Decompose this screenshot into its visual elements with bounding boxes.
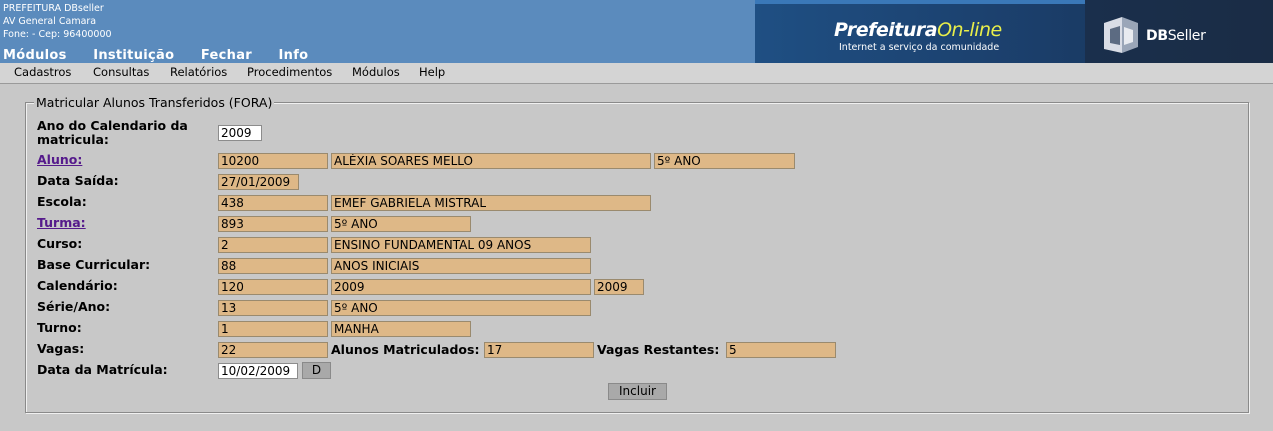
date-picker-button[interactable]: D	[302, 362, 331, 379]
form-fieldset	[25, 102, 1249, 413]
org-info: PREFEITURA DBseller AV General Camara Fo…	[3, 2, 112, 41]
calendario-name-field: 2009	[331, 279, 591, 295]
vagas-field: 22	[218, 342, 328, 358]
top-menu-info[interactable]: Info	[279, 48, 309, 63]
data-matricula-input[interactable]: 10/02/2009	[218, 363, 298, 379]
menu-cadastros[interactable]: Cadastros	[14, 65, 71, 79]
logo-tagline: Internet a serviço da comunidade	[839, 42, 1000, 53]
escola-label: Escola:	[37, 194, 87, 209]
calendario-label: Calendário:	[37, 278, 118, 293]
aluno-serie-field: 5º ANO	[654, 153, 795, 169]
org-address: AV General Camara	[3, 16, 97, 27]
curso-name-field: ENSINO FUNDAMENTAL 09 ANOS	[331, 237, 591, 253]
dbseller-mark-icon	[1104, 17, 1138, 53]
serie-code-field: 13	[218, 300, 328, 316]
curso-label: Curso:	[37, 236, 83, 251]
turma-name-field: 5º ANO	[331, 216, 471, 232]
org-phone: Fone: - Cep: 96400000	[3, 29, 112, 40]
menubar: Cadastros Consultas Relatórios Procedime…	[0, 63, 1273, 84]
top-menu-instituicao[interactable]: Instituição	[93, 48, 174, 63]
ano-calendario-input[interactable]: 2009	[218, 125, 262, 141]
data-saida-label: Data Saída:	[37, 173, 119, 188]
data-saida-field: 27/01/2009	[218, 174, 299, 190]
data-matricula-label: Data da Matrícula:	[37, 362, 168, 377]
turno-name-field: MANHA	[331, 321, 471, 337]
app-header: PREFEITURA DBseller AV General Camara Fo…	[0, 0, 1273, 63]
serie-ano-label: Série/Ano:	[37, 299, 111, 314]
alunos-matriculados-field: 17	[484, 342, 594, 358]
menu-consultas[interactable]: Consultas	[93, 65, 149, 79]
escola-name-field: EMEF GABRIELA MISTRAL	[331, 195, 651, 211]
turma-code-field: 893	[218, 216, 328, 232]
calendario-code-field: 120	[218, 279, 328, 295]
form-legend: Matricular Alunos Transferidos (FORA)	[34, 95, 275, 110]
serie-name-field: 5º ANO	[331, 300, 591, 316]
top-menu-fechar[interactable]: Fechar	[201, 48, 252, 63]
menu-modulos[interactable]: Módulos	[352, 65, 400, 79]
escola-code-field: 438	[218, 195, 328, 211]
top-menu-modulos[interactable]: Módulos	[3, 48, 67, 63]
curso-code-field: 2	[218, 237, 328, 253]
turno-code-field: 1	[218, 321, 328, 337]
ano-calendario-label: Ano do Calendario da matricula:	[37, 118, 188, 147]
vagas-restantes-field: 5	[726, 342, 836, 358]
incluir-button[interactable]: Incluir	[608, 383, 667, 400]
menu-help[interactable]: Help	[419, 65, 445, 79]
top-menu: Módulos Instituição Fechar Info	[3, 48, 330, 63]
turma-link[interactable]: Turma:	[37, 216, 86, 230]
base-curricular-label: Base Curricular:	[37, 257, 151, 272]
aluno-link[interactable]: Aluno:	[37, 153, 82, 167]
base-name-field: ANOS INICIAIS	[331, 258, 591, 274]
prefeitura-online-logo: PrefeituraOn-line Internet a serviço da …	[834, 19, 1002, 53]
vagas-label: Vagas:	[37, 341, 85, 356]
aluno-code-field: 10200	[218, 153, 328, 169]
menu-relatorios[interactable]: Relatórios	[170, 65, 227, 79]
calendario-year-field: 2009	[594, 279, 644, 295]
menu-procedimentos[interactable]: Procedimentos	[247, 65, 332, 79]
aluno-name-field: ALÉXIA SOARES MELLO	[331, 153, 651, 169]
alunos-matriculados-label: Alunos Matriculados:	[331, 342, 480, 357]
org-name: PREFEITURA DBseller	[3, 3, 104, 14]
base-code-field: 88	[218, 258, 328, 274]
vagas-restantes-label: Vagas Restantes:	[597, 342, 720, 357]
turno-label: Turno:	[37, 320, 82, 335]
